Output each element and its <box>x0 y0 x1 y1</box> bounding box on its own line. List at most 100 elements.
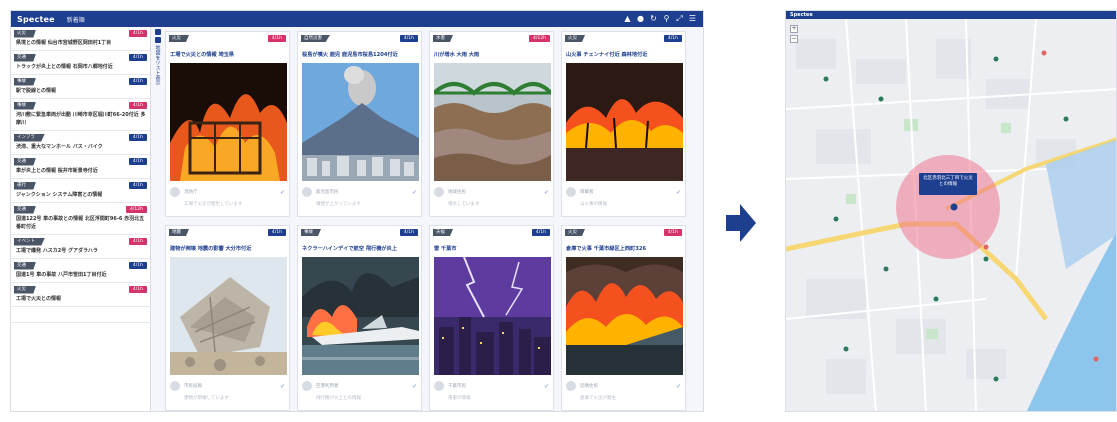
time-badge: 4/1h <box>663 229 682 236</box>
sidebar-alert-text: 国道122号 車の事故との情報 北区浮間町96-6 赤羽北五番町付近 <box>16 216 145 230</box>
sidebar-alert-item[interactable]: 交通 4/1h トラックが炎上との情報 石岡市八郷地付近 <box>11 53 150 75</box>
category-tag: 水害 <box>433 35 453 42</box>
card-header: 事故 4/1h <box>301 228 418 237</box>
expand-icon[interactable]: ⤢ <box>675 15 684 23</box>
sidebar-alert-text: 渋滞、重大なマンホール バス・バイク <box>16 144 103 150</box>
card-title[interactable]: 桜島が噴火 鹿児 鹿児島市桜島1204付近 <box>302 51 417 59</box>
avatar <box>434 381 444 391</box>
sidebar-alert-header: 交通 4/1h <box>14 157 147 166</box>
sort-label[interactable]: 新着順 <box>67 15 85 24</box>
card-description: 建物が倒壊しています <box>184 396 229 401</box>
sidebar-alert-item[interactable]: 火災 4/1h 県境との情報 仙台市宮城野区岡田村1丁目 <box>11 29 150 51</box>
sidebar-alert-item[interactable]: 運行 4/1h ジャンクション システム障害との情報 <box>11 181 150 203</box>
incident-radius-circle <box>896 155 1000 259</box>
card-user-row: 近隣住民 ✔ <box>566 380 681 392</box>
sidebar-alert-item[interactable]: イベント 4/1h 工場で爆発 ハスカ2号 グアダラハラ <box>11 237 150 259</box>
card-title[interactable]: ネクラーハインデイで航空 飛行機が炎上 <box>302 245 417 253</box>
filter-icon[interactable]: ☰ <box>688 15 697 23</box>
alert-card[interactable]: 水害 4/12h 川が増水 大雨 大雨 地域住民 ✔ 増水しています <box>429 31 554 217</box>
alert-card[interactable]: 火災 4/1h 倉庫で火事 千葉市緑区上西町326 近隣住民 ✔ 倉庫で火災が発生 <box>561 225 686 411</box>
time-badge: 4/1h <box>663 35 682 42</box>
bell-icon[interactable]: ● <box>636 15 645 23</box>
card-header: 火災 4/1h <box>565 228 682 237</box>
map-icon[interactable]: ▲ <box>623 15 632 23</box>
time-badge: 4/1h <box>128 182 147 189</box>
sidebar-alert-header: 交通 4/1h <box>14 53 147 62</box>
alert-card[interactable]: 事故 4/1h ネクラーハインデイで航空 飛行機が炎上 空港利用者 ✔ 飛行機が炎上との情… <box>297 225 422 411</box>
alert-card[interactable]: 地震 4/1h 建物が倒壊 地震の影響 大分市付近 市民投稿 ✔ 建物が倒壊しています <box>165 225 290 411</box>
incident-photo[interactable] <box>566 63 683 181</box>
sidebar-alert-header: 交通 4/1h <box>14 261 147 270</box>
sidebar-alert-item[interactable]: 事故 4/1h 駅で脱線との情報 <box>11 77 150 99</box>
category-tag: 事故 <box>14 77 36 86</box>
card-description: 山火事の情報 <box>580 202 607 207</box>
composite-screenshot: Spectee 新着順 ▲ ● ↻ ⚲ ⤢ ☰ 火災 4/1h 県境との情報 仙台市… <box>0 0 1117 422</box>
time-badge: 4/1h <box>128 78 147 85</box>
sidebar-alert-text: 国道1号 車の事故 八戸市笹田1丁目付近 <box>16 272 107 278</box>
zoom-in-button[interactable]: + <box>790 25 798 33</box>
card-description: 工場で火災が発生しています <box>184 202 243 207</box>
sidebar-alert-text: ジャンクション システム障害との情報 <box>16 192 103 198</box>
sidebar-alert-item[interactable]: 火災 4/1h 工場で火災との情報 <box>11 285 150 307</box>
incident-photo[interactable] <box>302 63 419 181</box>
sidebar-alert-text: 車が炎上との情報 桜井市新景寺付近 <box>16 168 98 174</box>
incident-photo[interactable] <box>566 257 683 375</box>
incident-popup[interactable]: 北区赤羽北三丁目で火災との情報 <box>919 173 977 195</box>
card-title[interactable]: 山火事 チェンナイ付近 森林地付近 <box>566 51 681 59</box>
category-tag: 自然災害 <box>301 35 330 42</box>
category-tag: 天候 <box>433 229 453 236</box>
alert-card[interactable]: 天候 4/1h 雷 千葉市 千葉市民 ✔ 落雷の情報 <box>429 225 554 411</box>
sidebar-alert-text: 河川敷に緊急車両が出動 川崎市幸区堀川町66-20付近 多摩川 <box>16 112 146 126</box>
alert-card[interactable]: 火災 4/1h 山火事 チェンナイ付近 森林地付近 目撃者 ✔ 山火事の情報 <box>561 31 686 217</box>
view-toggle-strip[interactable]: 地図をリスト表示 <box>153 29 163 409</box>
card-header: 火災 4/1h <box>169 34 286 43</box>
incident-photo[interactable] <box>302 257 419 375</box>
list-view-icon[interactable] <box>155 29 161 35</box>
search-icon[interactable]: ⚲ <box>662 15 671 23</box>
verified-check-icon: ✔ <box>279 382 285 390</box>
card-title[interactable]: 工場で火災との情報 埼玉県 <box>170 51 285 59</box>
city-map[interactable] <box>786 19 1117 412</box>
category-tag: 交通 <box>14 157 36 166</box>
time-badge: 4/1h <box>267 35 286 42</box>
card-title[interactable]: 雷 千葉市 <box>434 245 549 253</box>
grid-view-icon[interactable] <box>155 37 161 43</box>
sidebar-alert-item[interactable] <box>11 309 150 323</box>
incident-photo[interactable] <box>170 257 287 375</box>
time-badge: 4/12h <box>529 35 550 42</box>
incident-photo[interactable] <box>434 257 551 375</box>
sidebar-alert-item[interactable]: 交通 4/1h 車が炎上との情報 桜井市新景寺付近 <box>11 157 150 179</box>
card-title[interactable]: 倉庫で火事 千葉市緑区上西町326 <box>566 245 681 253</box>
card-description: 落雷の情報 <box>448 396 471 401</box>
category-tag: 地震 <box>169 229 189 236</box>
card-description: 増水しています <box>448 202 480 207</box>
incident-photo[interactable] <box>434 63 551 181</box>
spectee-list-window: Spectee 新着順 ▲ ● ↻ ⚲ ⤢ ☰ 火災 4/1h 県境との情報 仙台市… <box>10 10 704 412</box>
sidebar-alert-header: 事故 4/1h <box>14 101 147 110</box>
card-title[interactable]: 川が増水 大雨 大雨 <box>434 51 549 59</box>
zoom-out-button[interactable]: − <box>790 35 798 43</box>
verified-check-icon: ✔ <box>411 188 417 196</box>
card-title[interactable]: 建物が倒壊 地震の影響 大分市付近 <box>170 245 285 253</box>
incident-photo[interactable] <box>170 63 287 181</box>
sidebar-alert-item[interactable]: 交通 4/1h 国道1号 車の事故 八戸市笹田1丁目付近 <box>11 261 150 283</box>
time-badge: 4/1h <box>128 262 147 269</box>
app-logo[interactable]: Spectee <box>17 15 55 24</box>
time-badge: 4/12h <box>126 206 147 213</box>
alert-card[interactable]: 自然災害 4/1h 桜島が噴火 鹿児 鹿児島市桜島1204付近 鹿児島市民 ✔ 噴煙が上が… <box>297 31 422 217</box>
sidebar-alert-item[interactable]: インフラ 4/1h 渋滞、重大なマンホール バス・バイク <box>11 133 150 155</box>
sidebar-alert-header: イベント 4/1h <box>14 237 147 246</box>
view-toggle-label[interactable]: 地図をリスト表示 <box>155 45 162 85</box>
verified-check-icon: ✔ <box>543 188 549 196</box>
poster-name: 鹿児島市民 <box>316 190 339 195</box>
avatar <box>170 187 180 197</box>
category-tag: 火災 <box>565 35 585 42</box>
sidebar-alert-item[interactable]: 交通 4/12h 国道122号 車の事故との情報 北区浮間町96-6 赤羽北五番町付… <box>11 205 150 235</box>
avatar <box>566 381 576 391</box>
category-tag: 交通 <box>14 205 36 214</box>
time-badge: 4/1h <box>267 229 286 236</box>
category-tag: 交通 <box>14 261 36 270</box>
sidebar-alert-item[interactable]: 事故 4/1h 河川敷に緊急車両が出動 川崎市幸区堀川町66-20付近 多摩川 <box>11 101 150 131</box>
alert-card[interactable]: 火災 4/1h 工場で火災との情報 埼玉県 消防庁 ✔ 工場で火災が発生しています <box>165 31 290 217</box>
refresh-icon[interactable]: ↻ <box>649 15 658 23</box>
